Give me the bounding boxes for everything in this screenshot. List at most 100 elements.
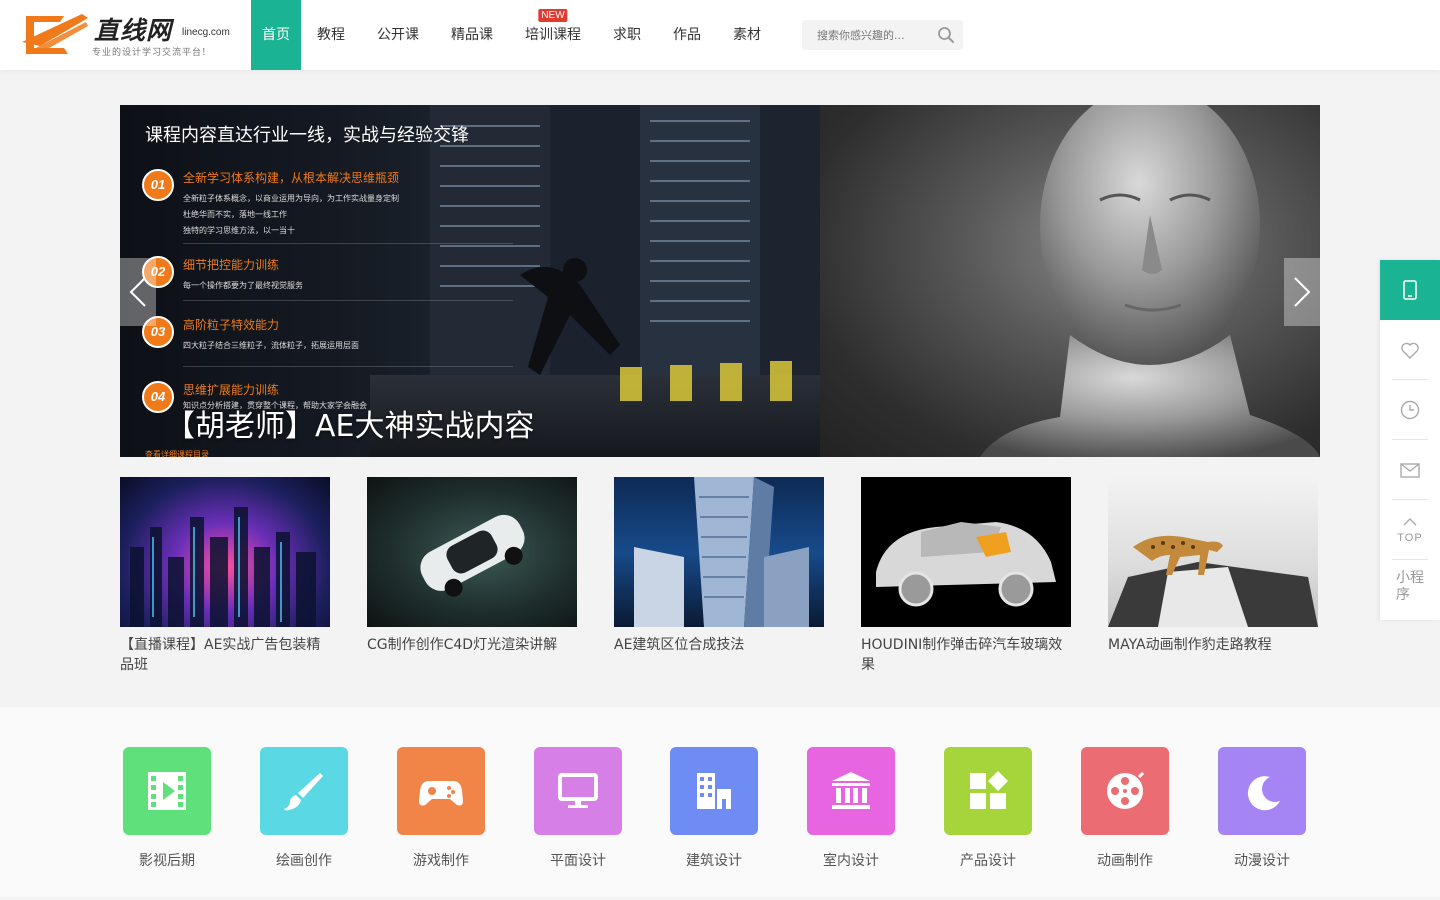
category-graphic-design[interactable]: 平面设计	[528, 747, 628, 870]
nav-item-training-label: 培训课程	[525, 27, 581, 43]
course-title[interactable]: 【直播课程】AE实战广告包装精品班	[120, 635, 330, 675]
nav-item-home[interactable]: 首页	[251, 0, 301, 70]
nav-item-materials[interactable]: 素材	[717, 0, 777, 70]
miniprogram-label: 小程序	[1396, 570, 1424, 603]
nav-item-jobs[interactable]: 求职	[597, 0, 657, 70]
banner-slide-course[interactable]: 课程内容直达行业一线，实战与经验交锋 01 全新学习体系构建，从根本解决思维瓶颈…	[120, 105, 820, 457]
film-icon	[148, 772, 186, 810]
course-image-buildings	[614, 477, 824, 627]
course-card[interactable]: MAYA动画制作豹走路教程	[1108, 477, 1318, 655]
feature-number: 01	[142, 169, 174, 201]
category-film-post[interactable]: 影视后期	[117, 747, 217, 870]
nav-item-tutorials[interactable]: 教程	[301, 0, 361, 70]
course-thumbnails: 【直播课程】AE实战广告包装精品班 CG制作创作C4D灯光渲染讲解 AE建筑区位…	[120, 477, 1320, 687]
search-box	[802, 20, 963, 50]
sports-car-image	[876, 522, 1056, 607]
side-history-button[interactable]	[1380, 380, 1440, 440]
site-logo[interactable]: 直线网 linecg.com 专业的设计学习交流平台!	[20, 10, 235, 60]
course-title[interactable]: AE建筑区位合成技法	[614, 635, 824, 655]
banner-caption[interactable]: 【胡老师】AE大神实战内容	[165, 401, 534, 445]
category-anime[interactable]: 动漫设计	[1212, 747, 1312, 870]
logo-text: 直线网	[94, 16, 173, 45]
shapes-icon	[970, 771, 1008, 809]
category-icon-box	[397, 747, 485, 835]
course-image-sports-car	[861, 477, 1071, 627]
nav-item-training[interactable]: NEW 培训课程	[509, 0, 597, 70]
banner-slide-sculpture[interactable]	[820, 105, 1320, 457]
side-miniprogram-button[interactable]: 小程序	[1380, 560, 1440, 620]
category-game[interactable]: 游戏制作	[391, 747, 491, 870]
site-header: 直线网 linecg.com 专业的设计学习交流平台! 首页 教程 公开课 精品…	[0, 0, 1440, 70]
course-card[interactable]: AE建筑区位合成技法	[614, 477, 824, 655]
nav-item-open-courses[interactable]: 公开课	[361, 0, 435, 70]
category-interior[interactable]: 室内设计	[801, 747, 901, 870]
feature-title: 思维扩展能力训练	[183, 383, 280, 397]
carousel-next-button[interactable]	[1284, 258, 1320, 326]
side-favorite-button[interactable]	[1380, 320, 1440, 380]
course-card[interactable]: 【直播课程】AE实战广告包装精品班	[120, 477, 330, 675]
brush-icon	[284, 773, 323, 811]
logo-domain: linecg.com	[182, 27, 230, 38]
gamepad-icon	[419, 781, 463, 806]
feature-desc: 四大粒子结合三维粒子，流体粒子，拓展运用层面	[183, 341, 359, 350]
category-label: 动漫设计	[1234, 853, 1290, 869]
category-icon-box	[807, 747, 895, 835]
category-label: 室内设计	[823, 853, 879, 869]
moon-icon	[1247, 776, 1280, 811]
course-title[interactable]: MAYA动画制作豹走路教程	[1108, 635, 1318, 655]
banner-heading: 课程内容直达行业一线，实战与经验交锋	[145, 125, 469, 146]
heart-icon	[1401, 342, 1419, 359]
course-image-leopard	[1108, 477, 1318, 627]
category-icon-box	[534, 747, 622, 835]
course-image-city	[120, 477, 330, 627]
feature-desc: 全新粒子体系概念，以商业运用为导向，为工作实战量身定制 杜绝华而不实，落地一线工…	[183, 194, 399, 235]
feature-divider	[183, 243, 513, 244]
leopard-image	[1108, 535, 1318, 627]
side-top-button[interactable]: TOP	[1380, 500, 1440, 560]
city-skyline-image	[130, 507, 316, 627]
category-icon-box	[1218, 747, 1306, 835]
monitor-icon	[558, 773, 598, 808]
category-label: 绘画创作	[276, 853, 332, 869]
feature-title: 细节把控能力训练	[183, 258, 280, 272]
category-label: 产品设计	[960, 853, 1016, 869]
tablet-icon	[1403, 280, 1417, 300]
category-label: 平面设计	[550, 853, 606, 869]
museum-icon	[832, 772, 870, 809]
feature-divider	[183, 366, 513, 367]
course-title[interactable]: CG制作创作C4D灯光渲染讲解	[367, 635, 577, 655]
skyscraper-image	[634, 477, 809, 627]
main-nav: 首页 教程 公开课 精品课 NEW 培训课程 求职 作品 素材	[251, 0, 777, 70]
sculpture-head-image	[980, 105, 1320, 457]
side-toolbar: TOP 小程序	[1380, 260, 1440, 620]
category-label: 建筑设计	[686, 853, 742, 869]
search-input[interactable]	[802, 20, 932, 50]
category-product[interactable]: 产品设计	[938, 747, 1038, 870]
banner-carousel: 课程内容直达行业一线，实战与经验交锋 01 全新学习体系构建，从根本解决思维瓶颈…	[120, 105, 1320, 457]
carousel-prev-button[interactable]	[120, 258, 156, 326]
category-animation[interactable]: 动画制作	[1075, 747, 1175, 870]
feature-title: 全新学习体系构建，从根本解决思维瓶颈	[183, 171, 400, 185]
banner-more-link[interactable]: 查看详细课程目录	[145, 449, 209, 457]
side-message-button[interactable]	[1380, 440, 1440, 500]
white-car-image	[420, 514, 525, 597]
logo-slogan: 专业的设计学习交流平台!	[92, 48, 207, 58]
category-label: 游戏制作	[413, 853, 469, 869]
chevron-right-icon	[1294, 277, 1311, 307]
search-icon[interactable]	[937, 26, 955, 44]
course-title[interactable]: HOUDINI制作弹击碎汽车玻璃效果	[861, 635, 1071, 675]
category-label: 动画制作	[1097, 853, 1153, 869]
course-card[interactable]: CG制作创作C4D灯光渲染讲解	[367, 477, 577, 655]
category-icon-box	[1081, 747, 1169, 835]
building-icon	[697, 773, 731, 809]
nav-item-premium-courses[interactable]: 精品课	[435, 0, 509, 70]
category-section: 影视后期 绘画创作 游戏制作 平面设计 建筑设计 室内设计 产品设计 动画制作 …	[0, 707, 1440, 897]
nav-item-works[interactable]: 作品	[657, 0, 717, 70]
category-architecture[interactable]: 建筑设计	[664, 747, 764, 870]
feature-title: 高阶粒子特效能力	[183, 318, 280, 332]
category-painting[interactable]: 绘画创作	[254, 747, 354, 870]
course-card[interactable]: HOUDINI制作弹击碎汽车玻璃效果	[861, 477, 1071, 675]
side-mobile-button[interactable]	[1380, 260, 1440, 320]
top-label: TOP	[1397, 532, 1423, 544]
logo-mark-icon	[22, 14, 88, 54]
